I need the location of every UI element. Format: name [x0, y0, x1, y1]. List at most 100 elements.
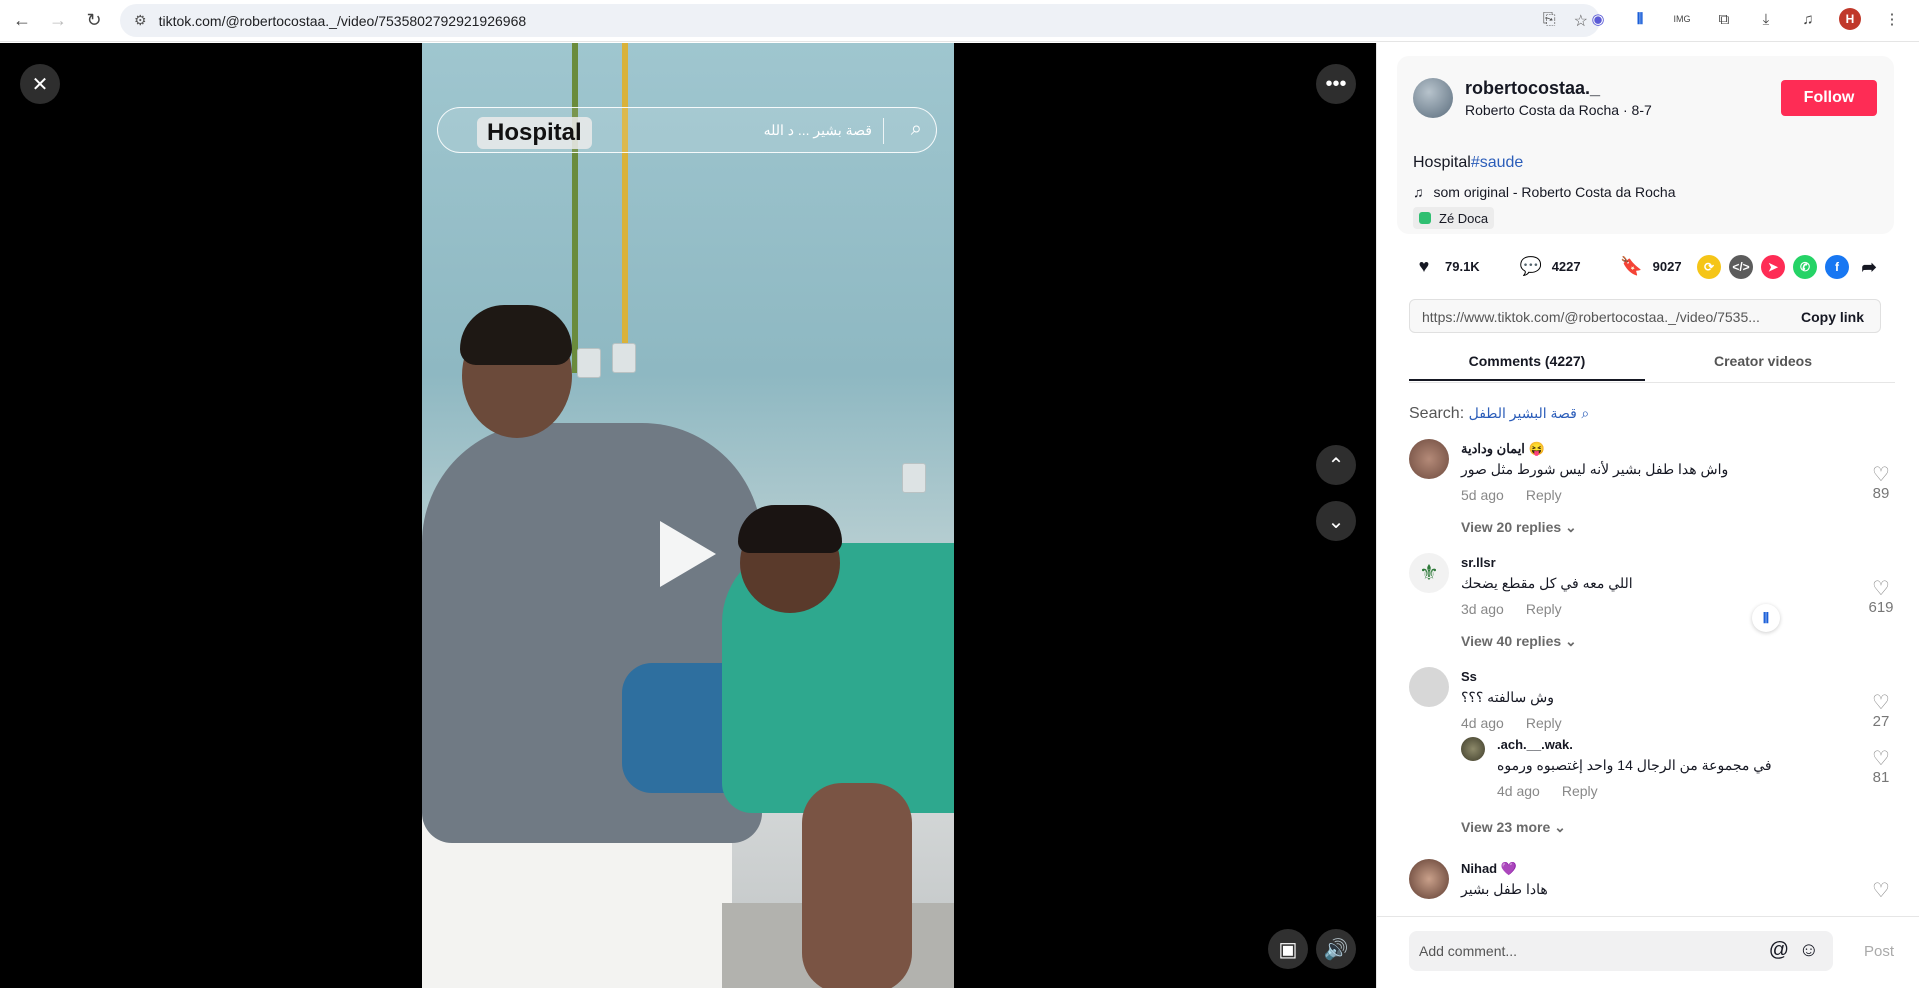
- media-control-icon[interactable]: ♫: [1797, 8, 1819, 30]
- picture-in-picture-icon[interactable]: ▣: [1268, 929, 1308, 969]
- extension-icon[interactable]: ◉: [1587, 8, 1609, 30]
- comment-username[interactable]: Nihad 💜: [1461, 861, 1517, 877]
- post-button[interactable]: Post: [1864, 943, 1894, 960]
- voice-extension-icon[interactable]: ⦀: [1629, 8, 1651, 30]
- puzzle-icon[interactable]: ⧉: [1713, 8, 1735, 30]
- video-player[interactable]: قصة بشير ... د الله ⌕ Hospital ✕ ••• ⌃ ⌄…: [0, 43, 1376, 988]
- search-suggestion-term[interactable]: قصة البشير الطفل: [1469, 405, 1577, 421]
- bookmark-star-icon[interactable]: ☆: [1574, 11, 1588, 31]
- heart-outline-icon[interactable]: ♡: [1863, 465, 1899, 485]
- more-options-icon[interactable]: •••: [1316, 64, 1356, 104]
- comment-like[interactable]: ♡ 619: [1863, 579, 1899, 616]
- comment-like[interactable]: ♡ 27: [1863, 693, 1899, 730]
- play-icon[interactable]: [660, 521, 716, 587]
- comment-username[interactable]: sr.llsr: [1461, 555, 1496, 570]
- search-icon[interactable]: ⌕: [911, 118, 922, 141]
- author-handle[interactable]: robertocostaa._: [1465, 78, 1600, 99]
- save-stat[interactable]: 🔖 9027: [1620, 255, 1681, 277]
- reply-button[interactable]: Reply: [1526, 715, 1562, 731]
- emoji-icon[interactable]: ☺: [1799, 939, 1819, 962]
- send-to-friends-icon[interactable]: ➤: [1761, 255, 1785, 279]
- facebook-icon[interactable]: f: [1825, 255, 1849, 279]
- comment-username[interactable]: ايمان ودادية 😝: [1461, 441, 1545, 457]
- avatar[interactable]: [1409, 439, 1449, 479]
- reply-button[interactable]: Reply: [1526, 487, 1562, 503]
- heart-outline-icon[interactable]: ♡: [1863, 579, 1899, 599]
- embed-icon[interactable]: </>: [1729, 255, 1753, 279]
- reply-item: .ach.__.wak. في مجموعة من الرجال 14 واحد…: [1461, 737, 1899, 817]
- wall-outlet: [577, 348, 601, 378]
- wall-outlet: [902, 463, 926, 493]
- chevron-down-icon: ⌄: [1554, 819, 1566, 835]
- address-bar[interactable]: ⚙ tiktok.com/@robertocostaa._/video/7535…: [120, 4, 1600, 37]
- whatsapp-icon[interactable]: ✆: [1793, 255, 1817, 279]
- music-title[interactable]: som original - Roberto Costa da Rocha: [1434, 184, 1676, 200]
- back-arrow-icon[interactable]: ←: [8, 7, 36, 35]
- forward-arrow-icon[interactable]: →: [44, 7, 72, 35]
- mention-icon[interactable]: @: [1769, 939, 1789, 962]
- hashtag-link[interactable]: #saude: [1471, 154, 1524, 171]
- wall-pipe: [622, 43, 628, 343]
- comment-username[interactable]: Ss: [1461, 669, 1477, 684]
- heart-outline-icon[interactable]: ♡: [1863, 693, 1899, 713]
- comment-like[interactable]: ♡ 89: [1863, 465, 1899, 502]
- comment-item: ⚜ sr.llsr اللي معه في كل مقطع يضحك 3d ag…: [1409, 553, 1899, 649]
- share-arrow-icon[interactable]: ➦: [1857, 255, 1881, 279]
- follow-button[interactable]: Follow: [1781, 80, 1877, 116]
- tab-creator-videos[interactable]: Creator videos: [1645, 353, 1881, 369]
- comment-text: هادا طفل بشير: [1461, 881, 1548, 897]
- install-app-icon[interactable]: ⎘: [1543, 11, 1556, 31]
- comment-meta: 5d ago Reply: [1461, 487, 1562, 503]
- site-info-icon[interactable]: ⚙: [134, 12, 147, 29]
- chevron-down-icon[interactable]: ⌄: [1316, 501, 1356, 541]
- heart-icon[interactable]: ♥: [1413, 255, 1435, 277]
- reply-button[interactable]: Reply: [1562, 783, 1598, 799]
- music-info[interactable]: ♫ som original - Roberto Costa da Rocha: [1413, 184, 1676, 200]
- reply-username[interactable]: .ach.__.wak.: [1497, 737, 1573, 752]
- heart-outline-icon[interactable]: ♡: [1863, 881, 1899, 901]
- search-icon[interactable]: ⌕: [1581, 405, 1589, 421]
- reply-like[interactable]: ♡ 81: [1863, 749, 1899, 786]
- comment-text: اللي معه في كل مقطع يضحك: [1461, 575, 1633, 591]
- search-suggestion: Search: قصة البشير الطفل ⌕: [1409, 405, 1589, 423]
- copy-link-button[interactable]: Copy link: [1801, 309, 1864, 325]
- comment-input[interactable]: Add comment... @ ☺: [1409, 931, 1833, 971]
- video-frame[interactable]: [422, 43, 954, 988]
- comment-stat[interactable]: 💬 4227: [1520, 255, 1581, 277]
- comment-text: واش هدا طفل بشير لأنه ليس شورط مثل صور: [1461, 461, 1729, 477]
- profile-avatar[interactable]: H: [1839, 8, 1861, 30]
- download-icon[interactable]: ⤓: [1755, 8, 1777, 30]
- chevron-down-icon: ⌄: [1565, 519, 1577, 535]
- chevron-up-icon[interactable]: ⌃: [1316, 445, 1356, 485]
- reply-like-count: 81: [1872, 769, 1890, 786]
- comment-bubble-icon[interactable]: 💬: [1520, 255, 1542, 277]
- view-replies-button[interactable]: View 20 replies ⌄: [1461, 519, 1577, 536]
- avatar[interactable]: ⚜: [1409, 553, 1449, 593]
- reply-date: 4d ago: [1497, 783, 1540, 799]
- view-replies-label: View 20 replies: [1461, 519, 1562, 535]
- view-more-replies-button[interactable]: View 23 more ⌄: [1461, 819, 1566, 836]
- image-extension-icon[interactable]: IMG: [1671, 8, 1693, 30]
- heart-outline-icon[interactable]: ♡: [1863, 749, 1899, 769]
- avatar[interactable]: [1409, 667, 1449, 707]
- location-tag[interactable]: Zé Doca: [1413, 207, 1495, 229]
- view-replies-button[interactable]: View 40 replies ⌄: [1461, 633, 1577, 650]
- comment-item: ايمان ودادية 😝 واش هدا طفل بشير لأنه ليس…: [1409, 439, 1899, 535]
- avatar[interactable]: [1409, 859, 1449, 899]
- comment-meta: 4d ago Reply: [1461, 715, 1562, 731]
- reply-button[interactable]: Reply: [1526, 601, 1562, 617]
- avatar[interactable]: [1461, 737, 1485, 761]
- author-avatar[interactable]: [1413, 78, 1453, 118]
- menu-kebab-icon[interactable]: ⋮: [1881, 8, 1903, 30]
- tab-comments[interactable]: Comments (4227): [1409, 353, 1645, 381]
- comment-like[interactable]: ♡: [1863, 881, 1899, 901]
- volume-icon[interactable]: 🔊: [1316, 929, 1356, 969]
- like-stat[interactable]: ♥ 79.1K: [1413, 255, 1480, 277]
- bookmark-icon[interactable]: 🔖: [1620, 255, 1642, 277]
- voice-assistant-icon[interactable]: ⦀: [1752, 604, 1780, 632]
- patient-leg: [802, 783, 912, 988]
- comment-list: ايمان ودادية 😝 واش هدا طفل بشير لأنه ليس…: [1409, 439, 1899, 949]
- repost-icon[interactable]: ⟳: [1697, 255, 1721, 279]
- reload-icon[interactable]: ↻: [80, 7, 108, 35]
- close-icon[interactable]: ✕: [20, 64, 60, 104]
